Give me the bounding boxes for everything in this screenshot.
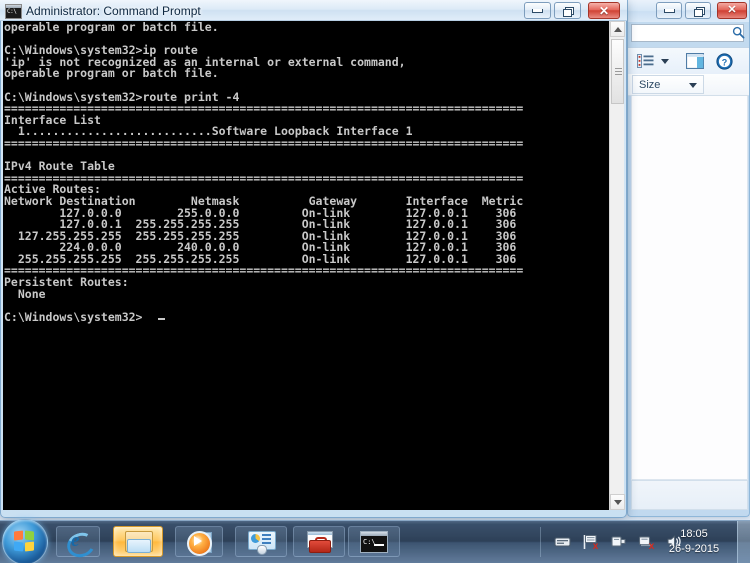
start-button[interactable] <box>2 519 48 563</box>
change-view-button[interactable] <box>637 51 654 71</box>
windows-logo-icon <box>14 530 35 552</box>
command-prompt-icon: C:\ <box>360 530 388 553</box>
folder-icon <box>125 531 153 553</box>
keyboard-icon[interactable] <box>554 533 571 550</box>
search-input[interactable] <box>631 24 744 42</box>
chevron-down-icon <box>661 58 669 64</box>
explorer-file-list[interactable] <box>631 96 748 480</box>
chevron-up-icon <box>613 26 622 32</box>
view-options-dropdown[interactable] <box>661 51 669 71</box>
preview-pane-icon <box>686 53 704 69</box>
window-title: Administrator: Command Prompt <box>26 4 201 18</box>
control-panel-icon <box>248 530 276 555</box>
column-header-size-label: Size <box>639 78 661 91</box>
command-prompt-titlebar[interactable]: C:\ Administrator: Command Prompt ✕ <box>0 0 627 21</box>
svg-text:?: ? <box>722 57 728 67</box>
clock-time: 18:05 <box>680 528 708 540</box>
system-tray: x x 18:05 26-9-2015 <box>540 521 750 563</box>
explorer-toolbar: ? <box>628 47 749 75</box>
scrollbar-thumb[interactable] <box>611 39 624 104</box>
taskbar-button-windows-media-player[interactable] <box>175 526 223 557</box>
media-player-icon <box>187 530 212 556</box>
chevron-down-icon <box>613 499 622 505</box>
explorer-titlebar[interactable]: ✕ <box>628 0 749 22</box>
explorer-minimize-button[interactable] <box>656 2 682 19</box>
tray-divider <box>540 527 541 557</box>
console-icon-text: C:\ <box>7 8 17 15</box>
taskbar-button-system-tools[interactable] <box>293 526 345 557</box>
explorer-status-bar <box>631 480 748 510</box>
command-prompt-window[interactable]: C:\ Administrator: Command Prompt ✕ oper… <box>0 0 627 518</box>
close-icon: ✕ <box>598 3 610 18</box>
show-desktop-button[interactable] <box>737 521 750 563</box>
explorer-search-row <box>631 24 748 43</box>
view-list-icon <box>637 53 654 68</box>
help-icon: ? <box>716 52 733 70</box>
scrollbar-up-button[interactable] <box>610 21 625 37</box>
maximize-button[interactable] <box>554 2 581 19</box>
error-badge-icon: x <box>592 541 599 552</box>
safely-remove-hardware-icon[interactable] <box>610 533 627 550</box>
minimize-button[interactable] <box>524 2 551 19</box>
scrollbar-grip-icon <box>615 68 622 75</box>
explorer-column-bar: Size <box>628 74 749 96</box>
action-center-flag-icon[interactable]: x <box>582 533 599 552</box>
clock[interactable]: 18:05 26-9-2015 <box>658 527 730 557</box>
internet-explorer-icon: e <box>63 528 99 561</box>
minimize-icon <box>657 3 681 18</box>
help-button[interactable]: ? <box>716 51 733 71</box>
desktop: ✕ ? Size C:\ Administrator: Command Prom… <box>0 0 750 521</box>
chevron-down-icon <box>689 83 697 88</box>
restore-icon <box>555 3 580 18</box>
explorer-close-button[interactable]: ✕ <box>717 2 747 19</box>
taskbar[interactable]: e C:\ x x 18:05 26-9-2015 <box>0 519 750 563</box>
taskbar-button-command-prompt[interactable]: C:\ <box>348 526 400 557</box>
console-icon: C:\ <box>5 4 22 19</box>
network-icon[interactable]: x <box>638 533 655 552</box>
taskbar-button-internet-explorer[interactable]: e <box>56 526 100 561</box>
maximize-icon <box>686 3 710 18</box>
console-scrollbar[interactable] <box>609 21 625 510</box>
error-badge-icon: x <box>648 541 655 552</box>
column-header-size[interactable]: Size <box>632 75 704 94</box>
text-cursor <box>158 318 165 320</box>
explorer-maximize-button[interactable] <box>685 2 711 19</box>
console-output-area[interactable]: operable program or batch file. C:\Windo… <box>3 21 609 510</box>
scrollbar-down-button[interactable] <box>610 494 625 510</box>
explorer-window[interactable]: ✕ ? Size <box>627 0 750 517</box>
close-icon: ✕ <box>727 4 737 16</box>
minimize-icon <box>525 3 550 18</box>
clock-date: 26-9-2015 <box>668 543 720 555</box>
preview-pane-button[interactable] <box>686 51 704 71</box>
taskbar-button-control-panel[interactable] <box>235 526 287 557</box>
search-icon <box>732 26 745 39</box>
taskbar-button-windows-explorer[interactable] <box>113 526 163 557</box>
console-text: operable program or batch file. C:\Windo… <box>4 21 524 324</box>
close-button[interactable]: ✕ <box>588 2 620 19</box>
toolbox-icon <box>306 530 333 553</box>
